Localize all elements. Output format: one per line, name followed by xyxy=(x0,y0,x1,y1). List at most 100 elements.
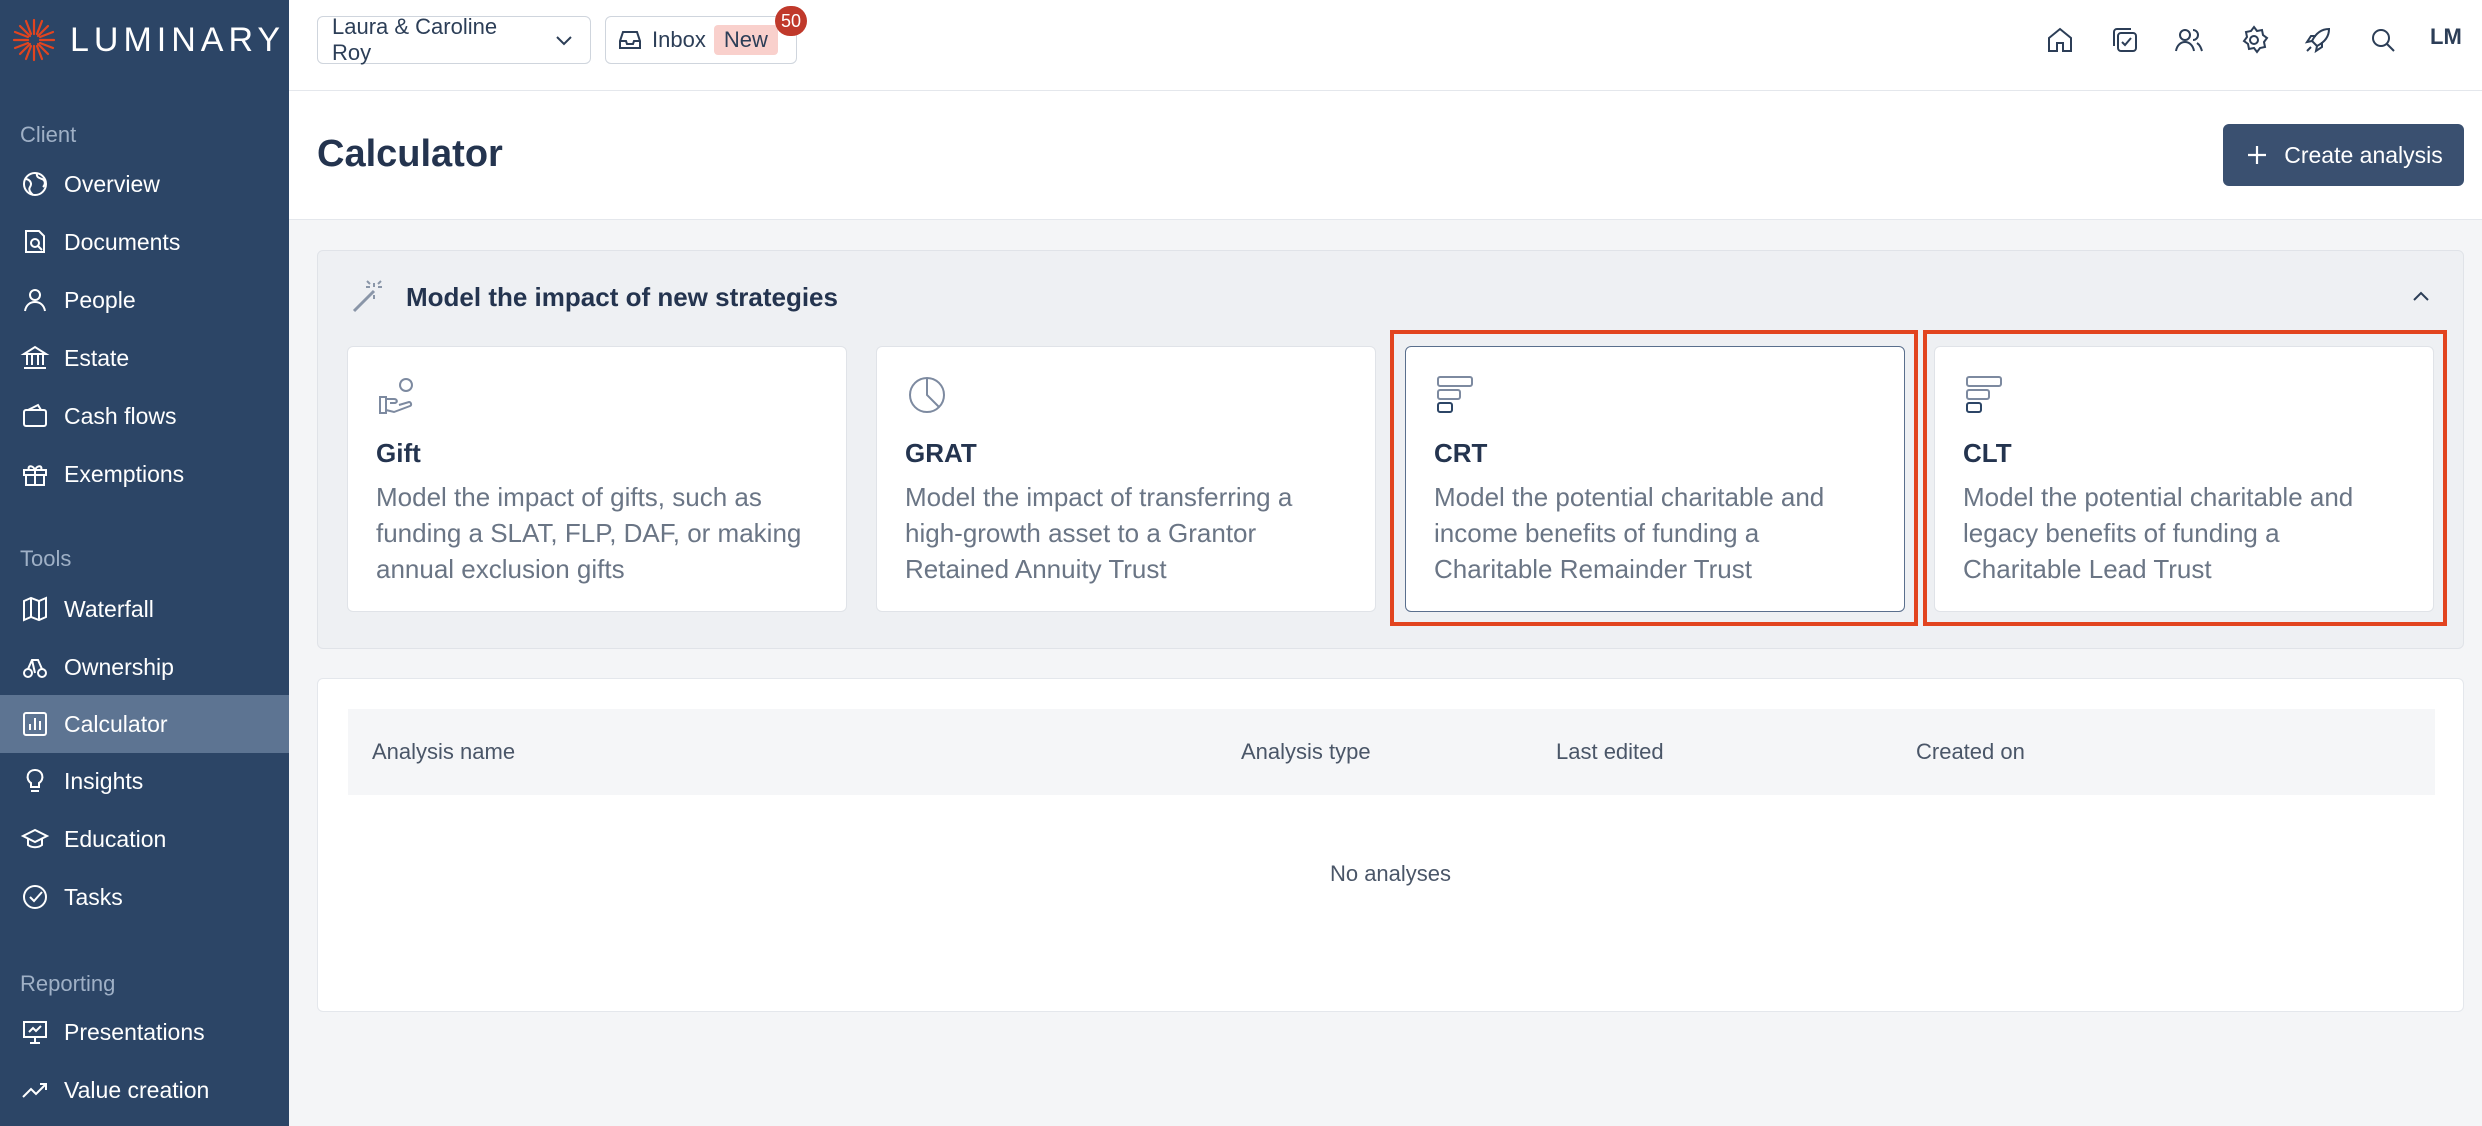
section-label-client: Client xyxy=(20,122,77,147)
sidebar: LUMINARY Client Overview Documents Peopl… xyxy=(0,0,289,1126)
sidebar-item-label: Waterfall xyxy=(64,595,154,622)
luminary-logo[interactable]: LUMINARY xyxy=(10,18,285,62)
bank-icon xyxy=(20,345,50,369)
card-description: Model the potential charitable and legac… xyxy=(1963,482,2354,584)
sidebar-item-estate[interactable]: Estate xyxy=(0,329,289,387)
strategies-header[interactable]: Model the impact of new strategies xyxy=(348,277,838,317)
hierarchy-icon xyxy=(23,659,47,678)
search-icon xyxy=(2372,29,2395,52)
create-analysis-button[interactable]: Create analysis xyxy=(2223,124,2464,186)
section-label-reporting: Reporting xyxy=(20,971,116,996)
rocket-icon xyxy=(2304,27,2331,54)
trend-up-icon xyxy=(22,1083,47,1098)
globe-icon xyxy=(23,172,47,196)
sidebar-item-people[interactable]: People xyxy=(0,271,289,329)
column-header[interactable]: Analysis name xyxy=(372,739,515,765)
users-icon xyxy=(2175,29,2203,52)
page-header: Calculator Create analysis xyxy=(289,91,2482,220)
sidebar-item-label: Value creation xyxy=(64,1076,210,1103)
strategy-card-gift[interactable]: Gift Model the impact of gifts, such as … xyxy=(347,346,847,612)
strategies-panel: Model the impact of new strategies Gift … xyxy=(317,250,2464,649)
gift-icon xyxy=(23,465,47,486)
rocket-button[interactable] xyxy=(2302,24,2334,56)
strategies-title: Model the impact of new strategies xyxy=(406,281,838,312)
sidebar-item-insights[interactable]: Insights xyxy=(0,752,289,810)
sidebar-item-value-creation[interactable]: Value creation xyxy=(0,1061,289,1119)
tasks-icon xyxy=(2113,28,2137,52)
sidebar-item-calculator[interactable]: Calculator xyxy=(0,695,289,753)
column-header[interactable]: Last edited xyxy=(1556,739,1664,765)
chevron-down-icon xyxy=(556,36,572,46)
section-label-tools: Tools xyxy=(20,546,72,571)
sidebar-item-tasks[interactable]: Tasks xyxy=(0,868,289,926)
new-badge: New xyxy=(713,25,778,55)
strategy-card-clt[interactable]: CLT Model the potential charitable and l… xyxy=(1934,346,2434,612)
strategy-card-crt[interactable]: CRT Model the potential charitable and i… xyxy=(1405,346,1905,612)
person-icon xyxy=(24,289,46,312)
strategy-card-grat[interactable]: GRAT Model the impact of transferring a … xyxy=(876,346,1376,612)
sidebar-item-label: Estate xyxy=(64,344,130,371)
sidebar-item-education[interactable]: Education xyxy=(0,810,289,868)
sidebar-item-documents[interactable]: Documents xyxy=(0,213,289,271)
inbox-count-badge: 50 xyxy=(775,6,807,36)
sidebar-item-label: Tasks xyxy=(64,883,123,910)
card-title: CLT xyxy=(1963,438,2012,468)
pie-chart-icon xyxy=(909,377,945,413)
map-icon xyxy=(23,596,47,622)
graduation-cap-icon xyxy=(20,828,50,849)
sidebar-item-label: People xyxy=(64,286,136,313)
page-title: Calculator xyxy=(317,133,503,175)
top-bar: Laura & Caroline Roy Inbox New 50 LM xyxy=(289,0,2482,91)
magic-wand-icon xyxy=(352,280,382,313)
sidebar-item-ownership[interactable]: Ownership xyxy=(0,638,289,696)
card-title: Gift xyxy=(376,438,421,468)
users-button[interactable] xyxy=(2173,24,2205,56)
lightbulb-icon xyxy=(26,769,44,792)
tasks-button[interactable] xyxy=(2109,24,2141,56)
card-title: CRT xyxy=(1434,438,1488,468)
bars-icon xyxy=(1966,376,2002,413)
document-search-icon xyxy=(25,230,45,253)
sidebar-item-exemptions[interactable]: Exemptions xyxy=(0,445,289,503)
sidebar-item-overview[interactable]: Overview xyxy=(0,155,289,213)
chevron-up-icon[interactable] xyxy=(2407,283,2435,311)
brand-name: LUMINARY xyxy=(70,20,286,59)
inbox-label: Inbox xyxy=(652,27,706,52)
analyses-table: Analysis name Analysis type Last edited … xyxy=(317,678,2464,1012)
column-header[interactable]: Created on xyxy=(1916,739,2025,765)
sidebar-item-cash-flows[interactable]: Cash flows xyxy=(0,387,289,445)
search-button[interactable] xyxy=(2367,24,2399,56)
sidebar-item-label: Exemptions xyxy=(64,460,185,487)
card-description: Model the potential charitable and incom… xyxy=(1434,482,1825,584)
bars-icon xyxy=(1437,376,1473,413)
wallet-icon xyxy=(23,403,47,427)
sidebar-item-waterfall[interactable]: Waterfall xyxy=(0,580,289,638)
client-selector[interactable]: Laura & Caroline Roy xyxy=(317,14,591,65)
client-name: Laura & Caroline Roy xyxy=(332,14,498,65)
hand-coin-icon xyxy=(379,378,413,414)
sidebar-item-label: Calculator xyxy=(64,710,168,737)
settings-icon xyxy=(2242,25,2269,54)
card-description: Model the impact of transferring a high-… xyxy=(905,482,1293,584)
home-icon xyxy=(2048,27,2072,52)
inbox-icon xyxy=(619,31,641,49)
plus-icon xyxy=(2248,146,2267,164)
card-description: Model the impact of gifts, such as fundi… xyxy=(376,482,802,584)
sidebar-item-label: Overview xyxy=(64,170,160,197)
column-header[interactable]: Analysis type xyxy=(1241,739,1371,765)
sidebar-item-label: Presentations xyxy=(64,1018,205,1045)
create-analysis-label: Create analysis xyxy=(2284,141,2443,168)
settings-button[interactable] xyxy=(2238,24,2270,56)
sidebar-item-label: Ownership xyxy=(64,653,174,680)
home-button[interactable] xyxy=(2044,24,2076,56)
inbox-button[interactable]: Inbox New xyxy=(605,16,797,64)
card-title: GRAT xyxy=(905,438,977,468)
sidebar-item-presentations[interactable]: Presentations xyxy=(0,1003,289,1061)
user-avatar[interactable]: LM xyxy=(2430,24,2462,50)
sidebar-item-label: Education xyxy=(64,825,167,852)
chart-icon xyxy=(23,712,47,736)
check-circle-icon xyxy=(23,885,47,909)
sidebar-item-label: Documents xyxy=(64,228,181,255)
presentation-icon xyxy=(23,1021,47,1044)
empty-state-text: No analyses xyxy=(1329,861,1452,886)
